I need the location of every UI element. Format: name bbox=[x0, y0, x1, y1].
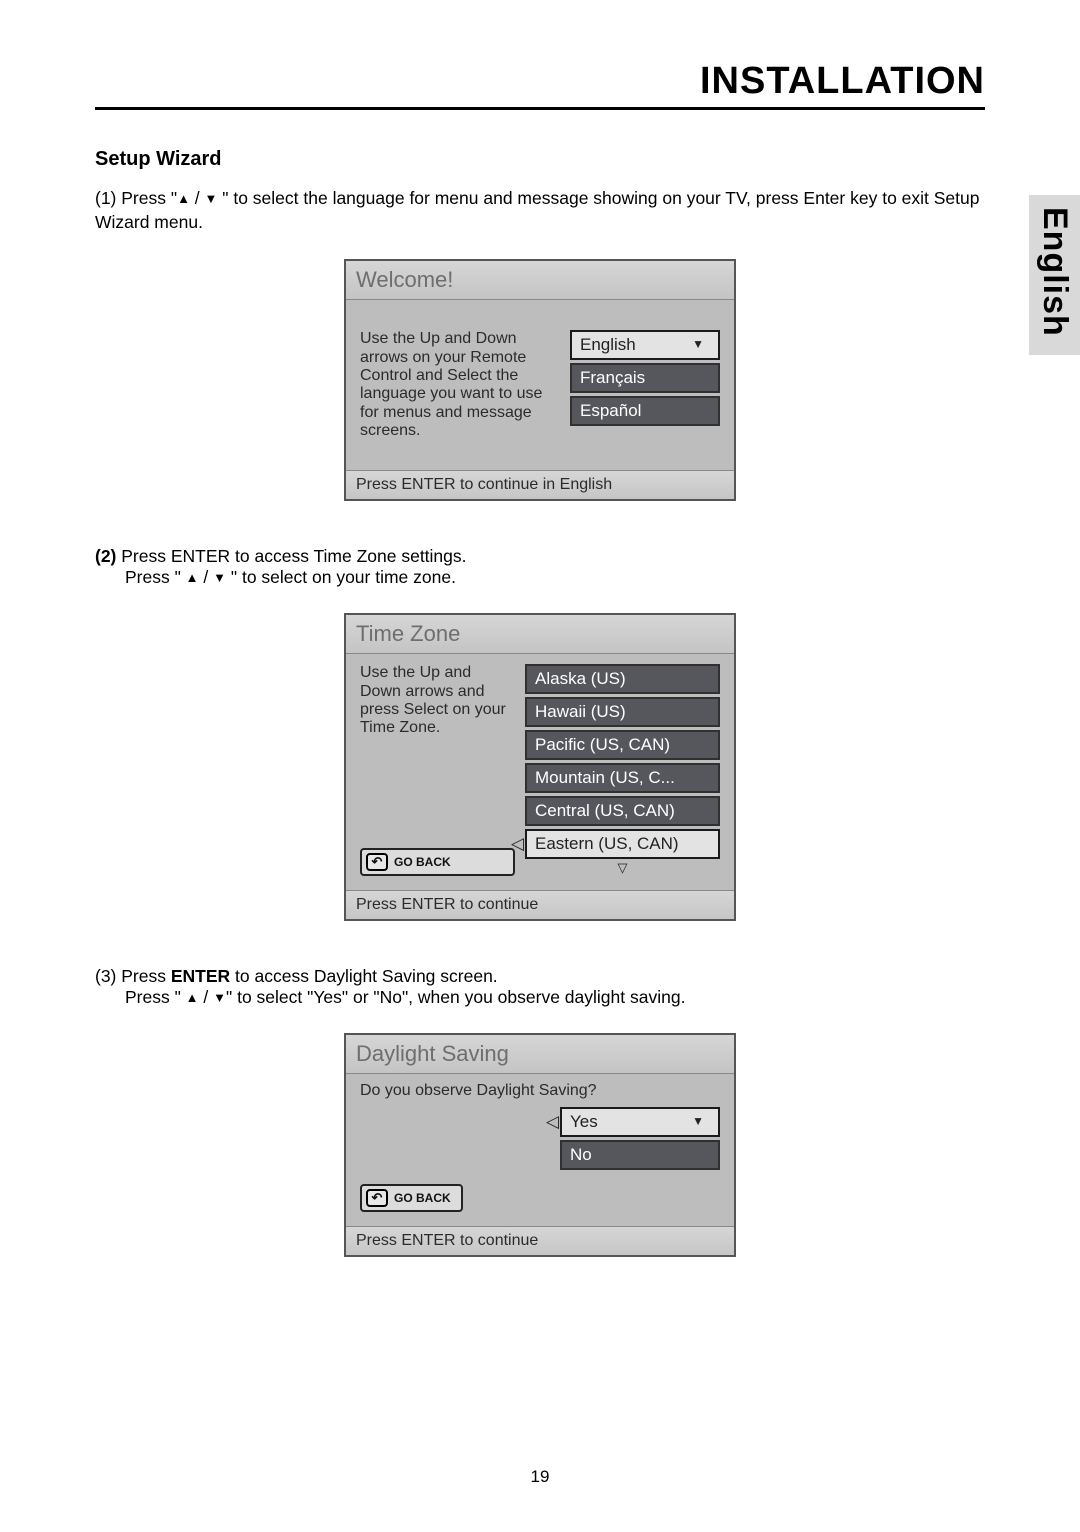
osd-welcome-description: Use the Up and Down arrows on your Remot… bbox=[360, 330, 560, 456]
language-option-francais[interactable]: Français bbox=[570, 363, 720, 393]
step-1-text: (1) Press "▲ / ▼ " to select the languag… bbox=[95, 187, 985, 234]
timezone-option[interactable]: Mountain (US, C... bbox=[525, 763, 720, 793]
step3-line2b: / bbox=[199, 987, 214, 1007]
down-arrow-icon: ▼ bbox=[213, 570, 226, 585]
language-side-tab: English bbox=[1029, 195, 1080, 355]
down-arrow-icon: ▼ bbox=[213, 990, 226, 1005]
go-back-label: GO BACK bbox=[394, 855, 451, 869]
scroll-down-indicator: ▽ bbox=[525, 860, 720, 876]
step2-line2b: / bbox=[199, 567, 214, 587]
up-arrow-icon: ▲ bbox=[186, 570, 199, 585]
step1-suffix: " to select the language for menu and me… bbox=[95, 188, 980, 232]
option-label: English bbox=[580, 335, 636, 354]
down-arrow-icon: ▼ bbox=[205, 190, 218, 208]
undo-icon: ↶ bbox=[366, 1189, 388, 1207]
timezone-option[interactable]: Central (US, CAN) bbox=[525, 796, 720, 826]
osd-daylight-title: Daylight Saving bbox=[346, 1035, 734, 1074]
go-back-button[interactable]: ↶ GO BACK bbox=[360, 848, 515, 876]
go-back-label: GO BACK bbox=[394, 1191, 451, 1205]
page-number: 19 bbox=[0, 1467, 1080, 1487]
chevron-down-icon: ▼ bbox=[692, 337, 704, 351]
go-back-button[interactable]: ↶ GO BACK bbox=[360, 1184, 463, 1212]
daylight-option-yes[interactable]: Yes ▼ bbox=[560, 1107, 720, 1137]
step3-line1a: (3) Press bbox=[95, 966, 171, 986]
timezone-option[interactable]: Alaska (US) bbox=[525, 664, 720, 694]
step2-line1: Press ENTER to access Time Zone settings… bbox=[116, 546, 466, 566]
osd-daylight-description: Do you observe Daylight Saving? bbox=[360, 1082, 720, 1100]
osd-timezone-title: Time Zone bbox=[346, 615, 734, 654]
up-arrow-icon: ▲ bbox=[177, 190, 190, 208]
chevron-left-icon: ◁ bbox=[546, 1112, 559, 1132]
step3-line1c: to access Daylight Saving screen. bbox=[230, 966, 498, 986]
step3-enter: ENTER bbox=[171, 966, 230, 986]
timezone-option-selected[interactable]: Eastern (US, CAN) bbox=[525, 829, 720, 859]
step1-prefix: (1) Press " bbox=[95, 188, 177, 208]
step2-prefix: (2) bbox=[95, 546, 116, 566]
step1-mid: / bbox=[190, 188, 205, 208]
step3-line2c: " to select "Yes" or "No", when you obse… bbox=[226, 987, 685, 1007]
section-header: INSTALLATION bbox=[95, 60, 985, 110]
osd-welcome-title: Welcome! bbox=[346, 261, 734, 300]
osd-daylight-dialog: Daylight Saving Do you observe Daylight … bbox=[344, 1033, 736, 1256]
osd-welcome-dialog: Welcome! Use the Up and Down arrows on y… bbox=[344, 259, 736, 501]
step2-line2c: " to select on your time zone. bbox=[226, 567, 456, 587]
setup-wizard-heading: Setup Wizard bbox=[95, 148, 985, 171]
step3-line2a: Press " bbox=[125, 987, 186, 1007]
osd-timezone-footer: Press ENTER to continue bbox=[346, 890, 734, 919]
chevron-down-icon: ▼ bbox=[692, 1114, 704, 1128]
timezone-option[interactable]: Pacific (US, CAN) bbox=[525, 730, 720, 760]
undo-icon: ↶ bbox=[366, 853, 388, 871]
language-option-list[interactable]: English ▼ Français Español bbox=[570, 330, 720, 456]
language-option-english[interactable]: English ▼ bbox=[570, 330, 720, 360]
osd-daylight-footer: Press ENTER to continue bbox=[346, 1226, 734, 1255]
timezone-option-list[interactable]: Alaska (US) Hawaii (US) Pacific (US, CAN… bbox=[525, 664, 720, 876]
option-label: Yes bbox=[570, 1112, 598, 1131]
osd-timezone-description: Use the Up and Down arrows and press Sel… bbox=[360, 664, 515, 834]
step-2-text: (2) Press ENTER to access Time Zone sett… bbox=[95, 546, 985, 588]
step-3-text: (3) Press ENTER to access Daylight Savin… bbox=[95, 966, 985, 1008]
language-option-espanol[interactable]: Español bbox=[570, 396, 720, 426]
osd-welcome-footer: Press ENTER to continue in English bbox=[346, 470, 734, 499]
daylight-option-list[interactable]: ◁ Yes ▼ No bbox=[560, 1107, 720, 1170]
step2-line2a: Press " bbox=[125, 567, 186, 587]
up-arrow-icon: ▲ bbox=[186, 990, 199, 1005]
timezone-option[interactable]: Hawaii (US) bbox=[525, 697, 720, 727]
osd-timezone-dialog: Time Zone Use the Up and Down arrows and… bbox=[344, 613, 736, 921]
chevron-left-icon: ◁ bbox=[511, 834, 524, 854]
daylight-option-no[interactable]: No bbox=[560, 1140, 720, 1170]
